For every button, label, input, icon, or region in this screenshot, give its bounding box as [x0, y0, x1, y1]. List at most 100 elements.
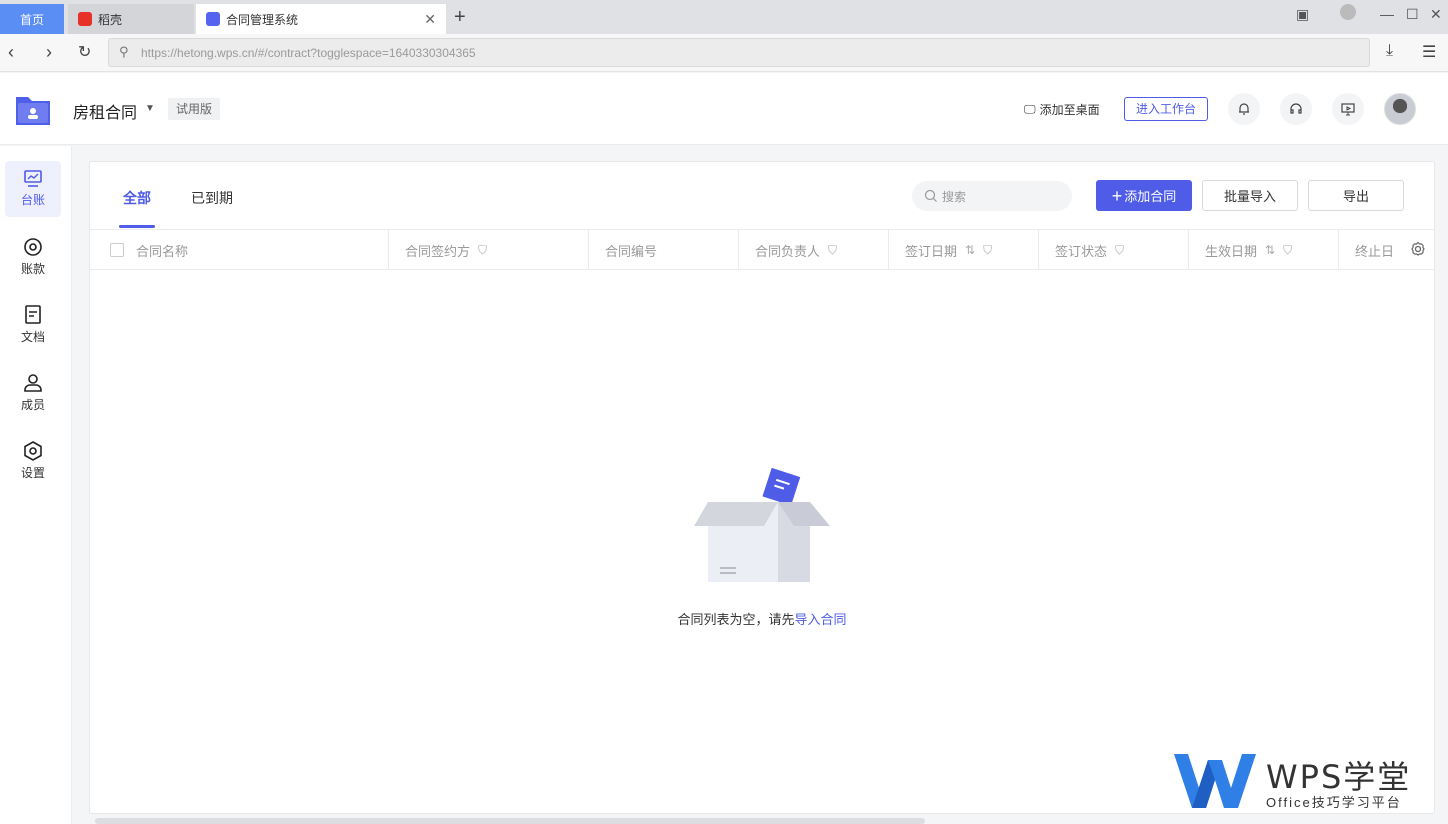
sidebar-item-payment[interactable]: 账款 — [5, 229, 61, 285]
chevron-down-icon[interactable]: ▼ — [145, 103, 155, 114]
horizontal-scrollbar[interactable] — [95, 818, 925, 824]
sidebar-item-label: 账款 — [20, 262, 45, 276]
sidebar-item-label: 文档 — [20, 330, 45, 344]
filter-icon[interactable]: ⛉ — [983, 243, 992, 258]
new-tab-button[interactable]: + — [454, 6, 466, 29]
empty-text: 合同列表为空，请先 — [677, 612, 795, 627]
url-field[interactable]: ⚲ https://hetong.wps.cn/#/contract?toggl… — [108, 38, 1370, 67]
avatar[interactable] — [1384, 93, 1416, 125]
tab-label: 合同管理系统 — [226, 12, 299, 27]
tab-label: 稻壳 — [98, 12, 123, 27]
monitor-icon: 🖵 — [1024, 102, 1036, 116]
add-contract-label: 添加合同 — [1124, 189, 1177, 204]
contract-app-icon — [206, 12, 220, 26]
filter-icon[interactable]: ⛉ — [1283, 243, 1292, 258]
sort-icon[interactable]: ⇅ — [1265, 243, 1275, 257]
maximize-icon[interactable]: ☐ — [1406, 6, 1419, 23]
search-icon: ⚲ — [119, 44, 129, 59]
trial-badge: 试用版 — [168, 98, 221, 120]
select-all-checkbox[interactable] — [110, 243, 124, 257]
column-sign-status: 签订状态 ⛉ — [1039, 230, 1189, 270]
active-tab-indicator — [119, 225, 155, 228]
address-bar: ‹ › ↻ ⚲ https://hetong.wps.cn/#/contract… — [0, 34, 1448, 72]
contract-logo-icon — [16, 97, 50, 125]
ledger-icon — [24, 170, 42, 187]
empty-box-icon — [694, 468, 830, 582]
enter-workspace-button[interactable]: 进入工作台 — [1124, 97, 1208, 121]
tab-expired[interactable]: 已到期 — [191, 188, 233, 208]
column-label: 终止日 — [1355, 243, 1395, 259]
payment-icon — [24, 238, 42, 256]
sidebar-item-member[interactable]: 成员 — [5, 365, 61, 421]
watermark-subtitle: Office技巧学习平台 — [1266, 795, 1402, 810]
daoke-icon — [78, 12, 92, 26]
column-end-date: 终止日 — [1339, 230, 1399, 270]
filter-icon[interactable]: ⛉ — [828, 243, 837, 258]
home-tab[interactable]: 首页 — [0, 4, 64, 34]
minimize-icon[interactable]: — — [1380, 6, 1394, 22]
space-name[interactable]: 房租合同 — [73, 99, 137, 123]
wps-logo-icon — [1174, 754, 1256, 808]
filter-tabs: 全部 已到期 搜索 + 添加合同 批量导入 导出 — [90, 162, 1434, 230]
headset-icon[interactable] — [1280, 93, 1312, 125]
url-text: https://hetong.wps.cn/#/contract?toggles… — [141, 45, 476, 60]
search-placeholder: 搜索 — [942, 189, 967, 204]
app-header: 房租合同 ▼ 试用版 🖵 添加至桌面 进入工作台 — [0, 73, 1448, 145]
sidebar-item-label: 设置 — [20, 466, 45, 480]
close-icon[interactable]: ✕ — [424, 11, 436, 28]
column-label: 合同编号 — [605, 243, 658, 259]
column-label: 生效日期 — [1205, 243, 1258, 259]
sidebar-item-ledger[interactable]: 台账 — [5, 161, 61, 217]
settings-icon — [24, 441, 42, 461]
column-effective-date: 生效日期 ⇅ ⛉ — [1189, 230, 1339, 270]
sidebar: 台账 账款 文档 成员 设置 — [0, 146, 72, 824]
contract-panel: 全部 已到期 搜索 + 添加合同 批量导入 导出 合同名称 合同签约方 ⛉ 合同… — [89, 161, 1435, 814]
sidebar-item-label: 台账 — [20, 193, 45, 207]
document-icon — [25, 305, 41, 324]
window-close-icon[interactable]: ✕ — [1430, 6, 1442, 23]
sidebar-item-label: 成员 — [20, 398, 45, 412]
column-label: 签订状态 — [1055, 243, 1108, 259]
filter-icon[interactable]: ⛉ — [478, 243, 487, 258]
search-input[interactable]: 搜索 — [912, 181, 1072, 211]
column-number: 合同编号 — [589, 230, 739, 270]
column-owner: 合同负责人 ⛉ — [739, 230, 889, 270]
plus-icon: + — [1111, 185, 1123, 206]
column-label: 签订日期 — [905, 243, 958, 259]
browser-tab-bar: 首页 稻壳 合同管理系统 ✕ + ▣ — ☐ ✕ — [0, 0, 1448, 34]
sort-icon[interactable]: ⇅ — [965, 243, 975, 257]
sidebar-item-document[interactable]: 文档 — [5, 297, 61, 353]
empty-message: 合同列表为空，请先导入合同 — [90, 609, 1434, 628]
add-to-desktop-button[interactable]: 🖵 添加至桌面 — [1024, 101, 1100, 118]
forward-icon[interactable]: › — [46, 42, 52, 63]
back-icon[interactable]: ‹ — [8, 42, 14, 63]
column-label: 合同名称 — [136, 243, 189, 259]
batch-import-button[interactable]: 批量导入 — [1202, 180, 1298, 211]
tab-count-icon[interactable]: ▣ — [1296, 6, 1309, 23]
column-party: 合同签约方 ⛉ — [389, 230, 589, 270]
download-icon[interactable]: ⤓ — [1386, 42, 1393, 60]
table-header: 合同名称 合同签约方 ⛉ 合同编号 合同负责人 ⛉ 签订日期 ⇅ ⛉ 签订状态 … — [90, 230, 1434, 270]
tab-all[interactable]: 全部 — [123, 188, 151, 208]
tab-contract-system[interactable]: 合同管理系统 ✕ — [196, 4, 446, 34]
column-label: 合同负责人 — [755, 243, 821, 259]
wps-academy-watermark: WPS学堂 Office技巧学习平台 — [1172, 752, 1432, 812]
presentation-icon[interactable] — [1332, 93, 1364, 125]
search-icon — [924, 189, 937, 202]
menu-icon[interactable]: ☰ — [1422, 42, 1436, 62]
column-settings-icon[interactable] — [1410, 241, 1426, 257]
add-to-desktop-label: 添加至桌面 — [1039, 103, 1100, 117]
column-label: 合同签约方 — [405, 243, 471, 259]
refresh-icon[interactable]: ↻ — [78, 42, 91, 62]
member-icon — [24, 374, 42, 392]
filter-icon[interactable]: ⛉ — [1115, 243, 1124, 258]
profile-icon[interactable] — [1340, 4, 1356, 20]
add-contract-button[interactable]: + 添加合同 — [1096, 180, 1192, 211]
column-contract-name: 合同名称 — [90, 230, 389, 270]
column-sign-date: 签订日期 ⇅ ⛉ — [889, 230, 1039, 270]
sidebar-item-settings[interactable]: 设置 — [5, 433, 61, 489]
export-button[interactable]: 导出 — [1308, 180, 1404, 211]
tab-daoke[interactable]: 稻壳 — [68, 4, 194, 34]
import-contract-link[interactable]: 导入合同 — [795, 612, 847, 627]
bell-icon[interactable] — [1228, 93, 1260, 125]
